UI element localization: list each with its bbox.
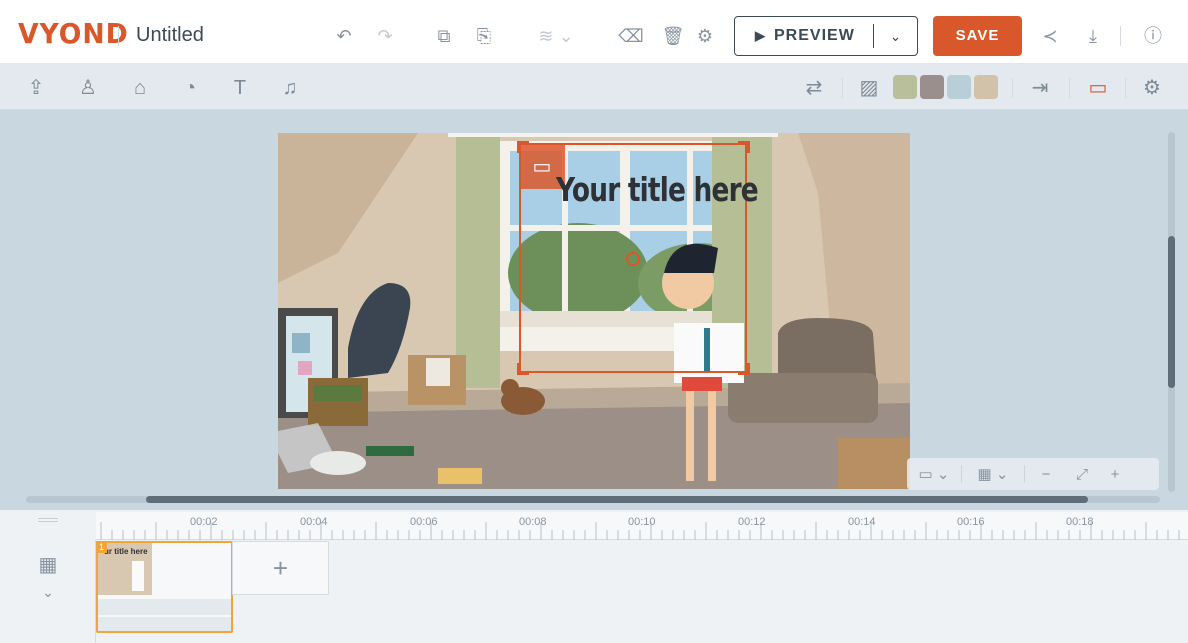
preview-label: PREVIEW — [774, 27, 855, 44]
tick-label: 00:16 — [957, 516, 985, 528]
frame-handle-tr[interactable] — [738, 141, 750, 153]
background-icon[interactable]: ▨ — [855, 75, 883, 101]
frame-toggle-icon[interactable]: ▭ ⌄ — [907, 465, 961, 483]
horizontal-scrollbar[interactable] — [26, 496, 1160, 503]
enter-icon[interactable]: ⇥ — [1026, 75, 1054, 101]
scene-title-text[interactable]: Your title here — [556, 170, 759, 209]
add-scene-button[interactable]: + — [232, 541, 329, 595]
tick-label: 00:14 — [848, 516, 876, 528]
tick-label: 00:18 — [1066, 516, 1094, 528]
text-icon[interactable]: T — [226, 75, 254, 101]
chevron-down-icon[interactable]: ⌄ — [874, 28, 917, 45]
gear-icon[interactable]: ⚙︎ — [1138, 75, 1166, 101]
grid-toggle-icon[interactable]: ▦ ⌄ — [962, 465, 1024, 483]
scene-thumbnail[interactable]: ur title here — [96, 541, 233, 633]
frame-handle-br[interactable] — [738, 363, 750, 375]
share-icon[interactable]: ≺ — [1037, 24, 1063, 48]
tick-label: 00:10 — [628, 516, 656, 528]
video-camera-icon: ▭ — [532, 156, 552, 178]
divider — [842, 78, 843, 98]
scene-number-badge: 1 — [96, 541, 107, 553]
trash-icon[interactable]: 🗑︎ — [660, 24, 686, 48]
divider — [1012, 78, 1013, 98]
frame-handle-bl[interactable] — [517, 363, 529, 375]
paste-icon[interactable]: ⎘ — [471, 24, 497, 48]
clear-icon[interactable]: ⌫ — [618, 24, 644, 48]
tick-label: 00:04 — [300, 516, 328, 528]
tick-label: 00:08 — [519, 516, 547, 528]
download-icon[interactable]: ⤓ — [1080, 24, 1106, 48]
settings-icon[interactable]: ⚙︎ — [692, 24, 718, 48]
thumb-title: ur title here — [104, 547, 148, 556]
audio-icon[interactable]: ♫ — [276, 75, 304, 101]
undo-icon[interactable]: ↶ — [331, 24, 357, 48]
vertical-scroll-thumb[interactable] — [1168, 236, 1175, 388]
scene-track — [98, 599, 231, 615]
tick-label: 00:12 — [738, 516, 766, 528]
help-icon[interactable]: ⓘ — [1140, 24, 1166, 48]
layers-icon[interactable]: ≋ ⌄ — [534, 24, 578, 48]
divider — [118, 26, 119, 46]
preview-main[interactable]: ▶ PREVIEW — [735, 17, 873, 55]
redo-icon[interactable]: ↷ — [372, 24, 398, 48]
color-swatch-4[interactable] — [974, 75, 998, 99]
play-icon: ▶ — [755, 28, 766, 43]
preview-button[interactable]: ▶ PREVIEW ⌄ — [734, 16, 918, 56]
zoom-out-button[interactable]: − — [1025, 466, 1067, 483]
color-swatch-3[interactable] — [947, 75, 971, 99]
props-icon[interactable]: ⌂ — [126, 75, 154, 101]
tick-label: 00:02 — [190, 516, 218, 528]
chart-icon[interactable]: ◔ — [176, 75, 204, 101]
zoom-in-button[interactable]: + — [1097, 466, 1133, 483]
vertical-scrollbar[interactable] — [1168, 132, 1175, 492]
camera-icon[interactable]: ▭ — [1084, 75, 1112, 101]
character-icon[interactable]: ♙ — [74, 75, 102, 101]
divider — [1125, 78, 1126, 98]
scene-list-icon[interactable]: ▦ — [35, 553, 61, 577]
upload-icon[interactable]: ⇪ — [22, 75, 50, 101]
divider — [1069, 78, 1070, 98]
color-swatch-1[interactable] — [893, 75, 917, 99]
scene-track — [98, 617, 231, 631]
thumb-character — [132, 561, 144, 591]
color-swatch-2[interactable] — [920, 75, 944, 99]
zoom-controls: ▭ ⌄ ▦ ⌄ − ⤢ + — [907, 458, 1159, 490]
swap-icon[interactable]: ⇄ — [800, 75, 828, 101]
horizontal-scroll-thumb[interactable] — [146, 496, 1088, 503]
document-title[interactable]: Untitled — [136, 24, 204, 47]
fit-icon[interactable]: ⤢ — [1067, 466, 1097, 483]
save-button[interactable]: SAVE — [933, 16, 1022, 56]
divider — [1120, 26, 1121, 46]
chevron-down-icon[interactable]: ⌄ — [35, 580, 61, 604]
vyond-logo: VYOND — [18, 17, 129, 50]
drag-handle-icon[interactable] — [38, 518, 58, 522]
tick-label: 00:06 — [410, 516, 438, 528]
duplicate-icon[interactable]: ⧉ — [431, 24, 457, 48]
